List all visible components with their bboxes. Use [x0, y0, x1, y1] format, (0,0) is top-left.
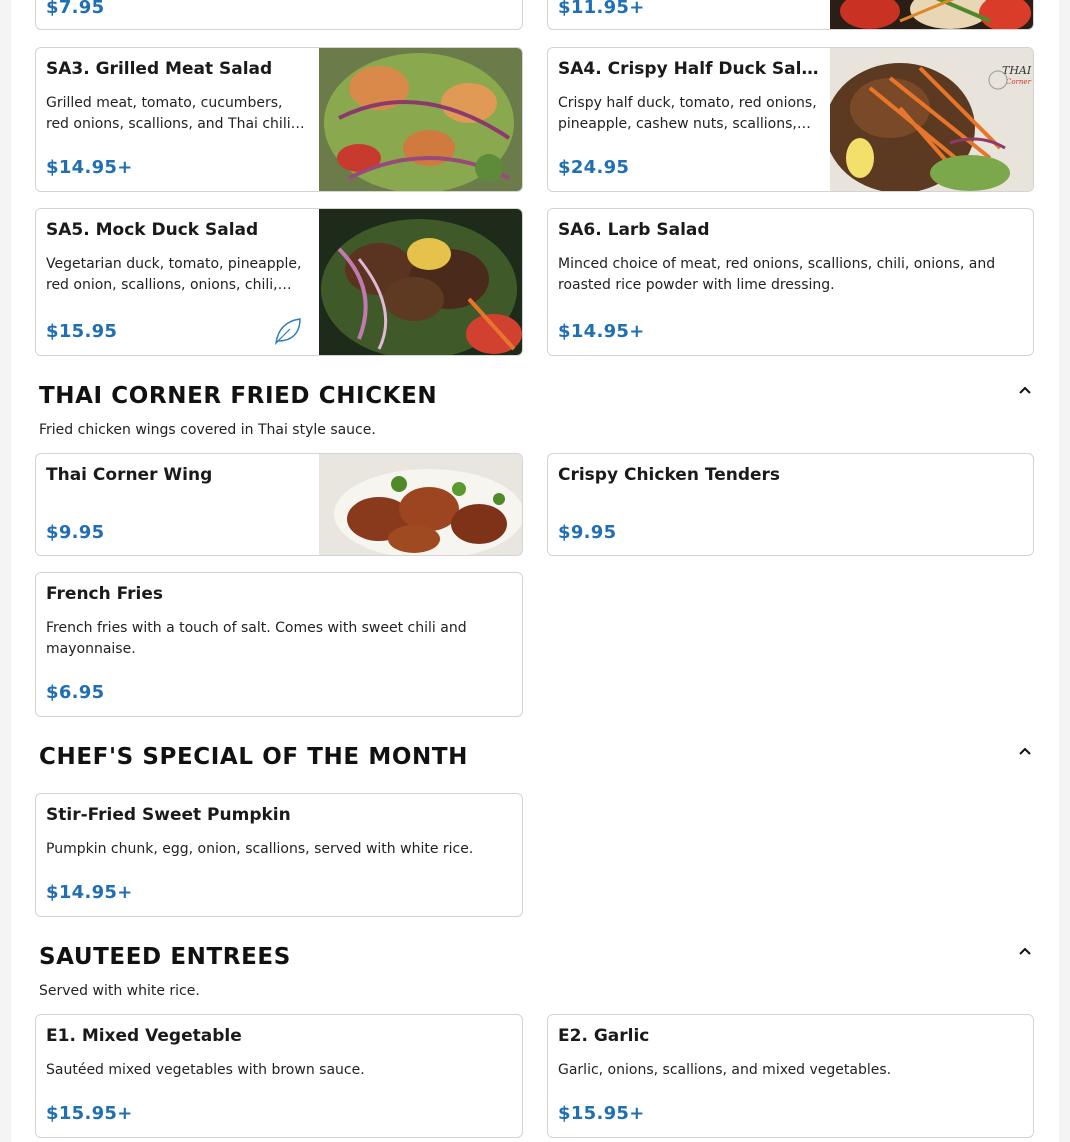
menu-item-card[interactable]: SA5. Mock Duck Salad Vegetarian duck, to… [35, 208, 523, 356]
item-description: French fries with a touch of salt. Comes… [46, 620, 467, 657]
chevron-up-icon[interactable] [1017, 382, 1033, 398]
dish-photo [830, 0, 1033, 29]
menu-item-card[interactable]: $11.95+ [547, 0, 1034, 30]
menu-item-card[interactable]: Thai Corner Wing $9.95 [35, 453, 523, 556]
item-name: SA6. Larb Salad [558, 220, 710, 240]
menu-item-card[interactable]: Stir-Fried Sweet Pumpkin Pumpkin chunk, … [35, 793, 523, 917]
item-name: E1. Mixed Vegetable [46, 1026, 242, 1046]
item-description: Grilled meat, tomato, cucumbers, red oni… [46, 95, 291, 132]
item-name: French Fries [46, 584, 164, 604]
item-price: $9.95 [46, 522, 105, 543]
item-name: SA4. Crispy Half Duck Salad [558, 59, 819, 79]
item-name: E2. Garlic [558, 1026, 650, 1046]
section-subtitle: Served with white rice. [39, 983, 200, 999]
item-description: Sautéed mixed vegetables with brown sauc… [46, 1062, 365, 1078]
item-name: Crispy Chicken Tenders [558, 465, 781, 485]
dish-photo [319, 48, 522, 191]
dish-photo [319, 454, 522, 555]
item-price: $14.95+ [46, 882, 133, 903]
menu-page: $7.95 $11.95+ SA3. Grilled Meat Salad Gr… [11, 0, 1059, 1142]
item-name: SA3. Grilled Meat Salad [46, 59, 273, 79]
thai-corner-logo: THAI [1002, 64, 1032, 77]
menu-item-card[interactable]: Crispy Chicken Tenders $9.95 [547, 453, 1034, 556]
item-name: SA5. Mock Duck Salad [46, 220, 259, 240]
menu-item-card[interactable]: French Fries French fries with a touch o… [35, 572, 523, 717]
item-description: Minced choice of meat, red onions, scall… [558, 256, 996, 293]
chevron-up-icon[interactable] [1017, 943, 1033, 959]
chevron-up-icon[interactable] [1017, 743, 1033, 759]
section-subtitle: Fried chicken wings covered in Thai styl… [39, 422, 376, 438]
item-price: $14.95+ [46, 157, 133, 178]
menu-item-card[interactable]: E1. Mixed Vegetable Sautéed mixed vegeta… [35, 1014, 523, 1138]
item-name: Thai Corner Wing [46, 465, 213, 485]
item-price: $7.95 [46, 0, 105, 18]
section-title: SAUTEED ENTREES [39, 944, 291, 970]
item-description: Garlic, onions, scallions, and mixed veg… [558, 1062, 892, 1078]
dish-photo: THAI Corner [830, 48, 1033, 191]
item-price: $15.95+ [46, 1103, 133, 1124]
menu-item-card[interactable]: $7.95 [35, 0, 523, 30]
menu-item-card[interactable]: E2. Garlic Garlic, onions, scallions, an… [547, 1014, 1034, 1138]
section-title: CHEF'S SPECIAL OF THE MONTH [39, 744, 468, 770]
item-description: Crispy half duck, tomato, red onions, pi… [558, 95, 817, 132]
menu-item-card[interactable]: SA3. Grilled Meat Salad Grilled meat, to… [35, 47, 523, 192]
item-price: $14.95+ [558, 321, 645, 342]
svg-text:Corner: Corner [1006, 78, 1032, 86]
item-price: $15.95 [46, 321, 118, 342]
section-title: THAI CORNER FRIED CHICKEN [39, 383, 438, 409]
item-price: $9.95 [558, 522, 617, 543]
item-description: Pumpkin chunk, egg, onion, scallions, se… [46, 841, 474, 857]
menu-item-card[interactable]: SA6. Larb Salad Minced choice of meat, r… [547, 208, 1034, 356]
item-description: Vegetarian duck, tomato, pineapple, red … [46, 256, 302, 293]
item-price: $24.95 [558, 157, 630, 178]
item-price: $15.95+ [558, 1103, 645, 1124]
item-price: $6.95 [46, 682, 105, 703]
item-name: Stir-Fried Sweet Pumpkin [46, 805, 291, 825]
dish-photo [319, 209, 522, 355]
item-price: $11.95+ [558, 0, 645, 18]
leaf-icon [275, 318, 301, 345]
menu-item-card[interactable]: SA4. Crispy Half Duck Salad Crispy half … [547, 47, 1034, 192]
